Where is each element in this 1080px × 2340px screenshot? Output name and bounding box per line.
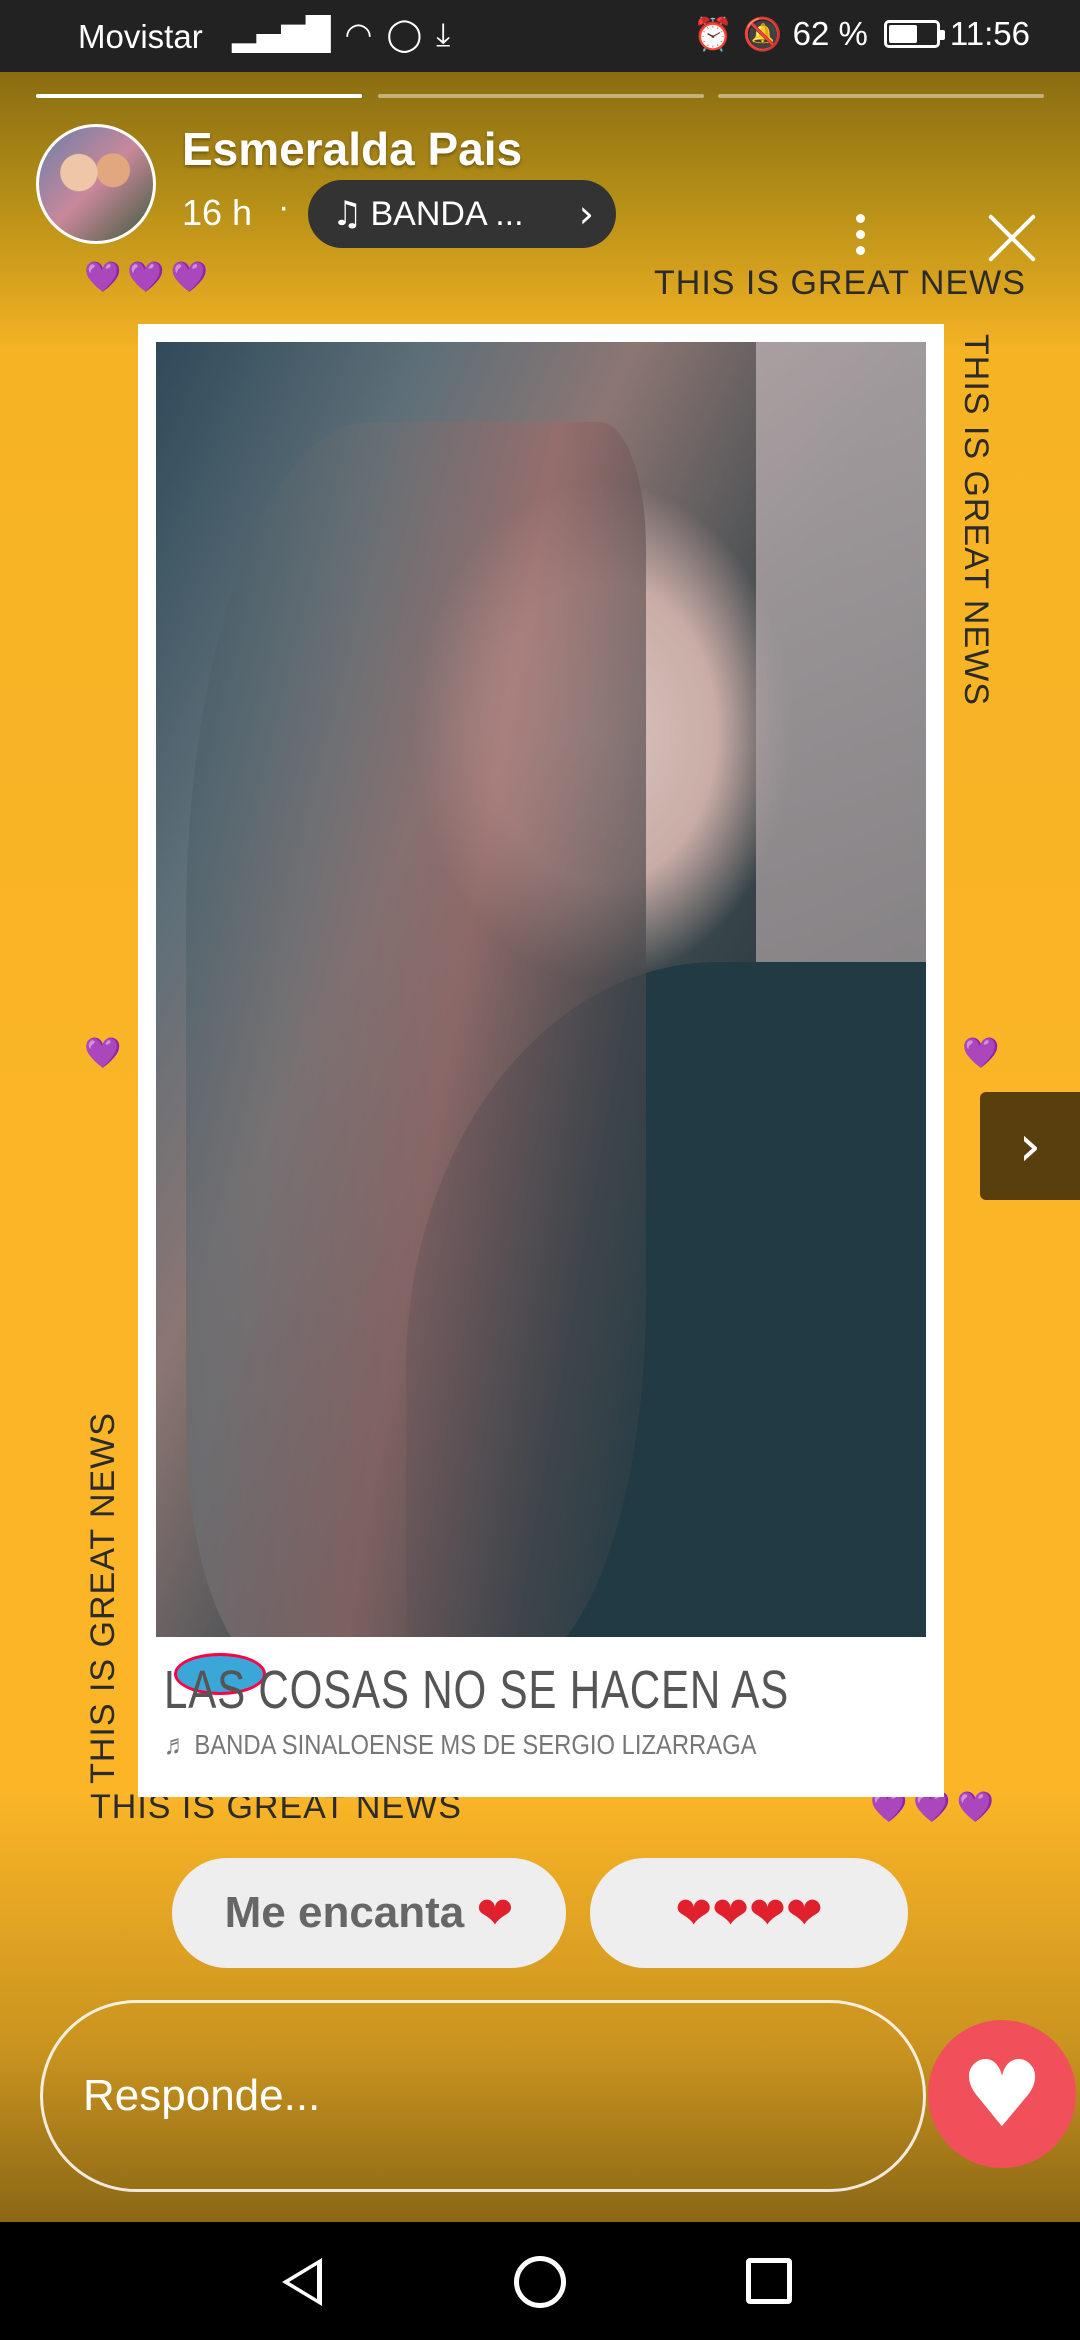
avatar[interactable]	[36, 124, 156, 244]
reply-field[interactable]	[40, 2000, 926, 2192]
story-progress-1	[36, 94, 362, 98]
progress-fill-1	[36, 94, 362, 98]
status-icons-left: ▂▄▆█ ◠ ◯ ⤓	[232, 14, 450, 54]
user-name[interactable]: Esmeralda Pais	[182, 122, 522, 176]
song-info: LAS COSAS NO SE HACEN AS ♬ BANDA SINALOE…	[138, 1637, 944, 1797]
more-vertical-icon[interactable]	[848, 214, 872, 264]
alarm-icon: ⏰	[692, 15, 733, 53]
music-pill[interactable]: ♫ BANDA ... ›	[308, 180, 616, 248]
photo-background	[756, 342, 926, 1042]
red-heart-icon: ❤	[476, 1887, 514, 1939]
story-progress-3	[718, 94, 1044, 98]
song-artist: ♬ BANDA SINALOENSE MS DE SERGIO LIZARRAG…	[164, 1729, 757, 1760]
story-progress-2	[378, 94, 704, 98]
song-sticker[interactable]: LAS COSAS NO SE HACEN AS ♬ BANDA SINALOE…	[138, 1637, 944, 1797]
purple-heart-right: 💜	[962, 1036, 1006, 1071]
red-hearts-icon: ❤❤❤❤	[675, 1887, 823, 1939]
music-label: BANDA ...	[370, 194, 524, 233]
heart-icon: ♥	[960, 2040, 1044, 2148]
status-bar: Movistar ▂▄▆█ ◠ ◯ ⤓ ⏰ 🔕 62 % 11:56	[0, 0, 1080, 72]
reply-input[interactable]	[83, 2071, 843, 2121]
clock: 11:56	[949, 15, 1030, 52]
reaction-me-encanta[interactable]: Me encanta ❤	[172, 1858, 566, 1968]
sticker-text-left: THIS IS GREAT NEWS	[84, 1412, 122, 1784]
battery-percent: 62 %	[792, 15, 868, 52]
recent-apps-icon[interactable]	[746, 2258, 792, 2304]
signal-icon: ▂▄▆█	[232, 15, 331, 53]
battery-icon	[883, 20, 945, 48]
song-title: LAS COSAS NO SE HACEN AS	[164, 1660, 789, 1720]
photo-frame	[138, 324, 944, 1714]
music-note-icon: ♫	[332, 194, 363, 234]
battery-fill	[888, 25, 918, 43]
reaction-label: Me encanta	[224, 1888, 465, 1937]
close-icon[interactable]	[986, 212, 1038, 264]
purple-heart-left: 💜	[84, 1036, 128, 1071]
chevron-right-icon: ›	[1018, 1113, 1042, 1179]
home-icon[interactable]	[514, 2256, 566, 2308]
whatsapp-icon: ◯	[386, 15, 423, 53]
reaction-hearts[interactable]: ❤❤❤❤	[590, 1858, 908, 1968]
sticker-text-right: THIS IS GREAT NEWS	[957, 334, 995, 706]
status-icons-right: ⏰ 🔕 62 % 11:56	[693, 14, 1030, 54]
sticker-text-top: THIS IS GREAT NEWS	[654, 264, 1026, 302]
wifi-icon: ◠	[344, 15, 373, 53]
photo-hair	[186, 422, 646, 1642]
like-button[interactable]: ♥	[928, 2020, 1076, 2168]
purple-hearts-top: 💜💜💜	[84, 260, 215, 295]
carrier-name: Movistar	[78, 18, 203, 55]
separator-dot: ·	[278, 188, 290, 226]
story-view[interactable]: Esmeralda Pais 16 h · ♫ BANDA ... › 💜💜💜 …	[0, 72, 1080, 2222]
next-story-button[interactable]: ›	[980, 1092, 1080, 1200]
system-nav-bar	[0, 2222, 1080, 2340]
download-icon: ⤓	[436, 15, 451, 53]
back-icon[interactable]	[282, 2258, 322, 2306]
time-ago: 16 h	[182, 192, 253, 233]
story-photo	[156, 342, 926, 1642]
mute-bell-icon: 🔕	[742, 15, 783, 53]
chevron-right-icon: ›	[578, 192, 594, 236]
